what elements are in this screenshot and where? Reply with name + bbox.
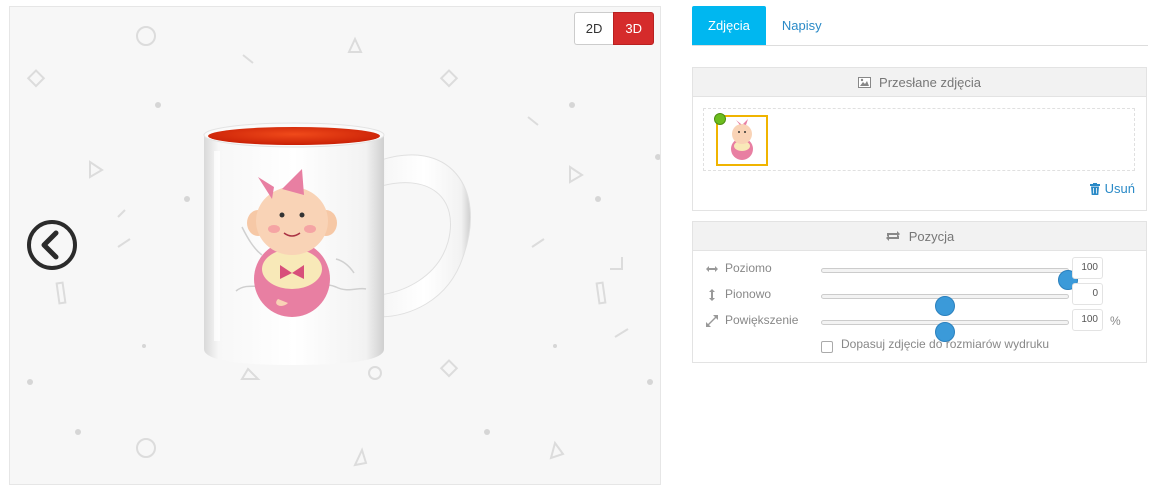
fit-to-print-checkbox[interactable] bbox=[821, 341, 833, 353]
vertical-label: Pionowo bbox=[725, 287, 772, 301]
panel-tabs: Zdjęcia Napisy bbox=[692, 6, 1148, 46]
uploaded-photos-box: Przesłane zdjęcia Usuń bbox=[692, 67, 1147, 211]
view-mode-toggle: 2D 3D bbox=[573, 12, 654, 45]
expand-diagonal-icon bbox=[706, 315, 718, 327]
image-icon bbox=[858, 76, 872, 88]
repeat-icon bbox=[885, 231, 900, 241]
scale-value[interactable]: 100 bbox=[1072, 309, 1103, 331]
position-box: Pozycja Poziomo 100 Pionowo 0 Powiększen… bbox=[692, 221, 1147, 363]
view-3d-button[interactable]: 3D bbox=[613, 12, 654, 45]
customization-panel: Zdjęcia Napisy Przesłane zdjęcia Usuń Po… bbox=[692, 6, 1148, 363]
arrows-horizontal-icon bbox=[706, 266, 718, 272]
vertical-value[interactable]: 0 bbox=[1072, 283, 1103, 305]
tab-texts[interactable]: Napisy bbox=[766, 6, 838, 45]
product-preview-stage: 2D 3D bbox=[9, 6, 661, 485]
horizontal-row: Poziomo 100 bbox=[693, 257, 1148, 290]
circle-chevron-left-icon[interactable] bbox=[26, 219, 78, 271]
arrows-vertical-icon bbox=[709, 289, 715, 301]
scale-row: Powiększenie 100 % bbox=[693, 309, 1148, 342]
remove-photo-button[interactable]: Usuń bbox=[1089, 181, 1135, 196]
selected-badge bbox=[714, 113, 726, 125]
position-title: Pozycja bbox=[908, 228, 955, 244]
vertical-slider[interactable] bbox=[821, 294, 1069, 316]
mug-3d-preview bbox=[203, 122, 471, 365]
view-2d-button[interactable]: 2D bbox=[573, 12, 614, 45]
horizontal-label: Poziomo bbox=[725, 261, 772, 275]
vertical-row: Pionowo 0 bbox=[693, 283, 1148, 316]
remove-photo-label: Usuń bbox=[1104, 181, 1135, 196]
upload-dropzone[interactable] bbox=[703, 108, 1135, 171]
fit-to-print-label[interactable]: Dopasuj zdjęcie do rozmiarów wydruku bbox=[841, 337, 1049, 351]
uploaded-photos-title: Przesłane zdjęcia bbox=[879, 74, 981, 90]
position-header: Pozycja bbox=[693, 222, 1146, 251]
horizontal-value[interactable]: 100 bbox=[1072, 257, 1103, 279]
photo-thumbnail[interactable] bbox=[714, 113, 768, 166]
scale-label: Powiększenie bbox=[725, 313, 799, 327]
trash-icon bbox=[1089, 182, 1100, 195]
uploaded-photos-header: Przesłane zdjęcia bbox=[693, 68, 1146, 97]
horizontal-slider[interactable] bbox=[821, 268, 1078, 290]
scale-unit: % bbox=[1110, 314, 1121, 328]
scale-slider[interactable] bbox=[821, 320, 1069, 342]
baby-thumbnail-image bbox=[731, 119, 753, 160]
tab-photos[interactable]: Zdjęcia bbox=[692, 6, 766, 45]
